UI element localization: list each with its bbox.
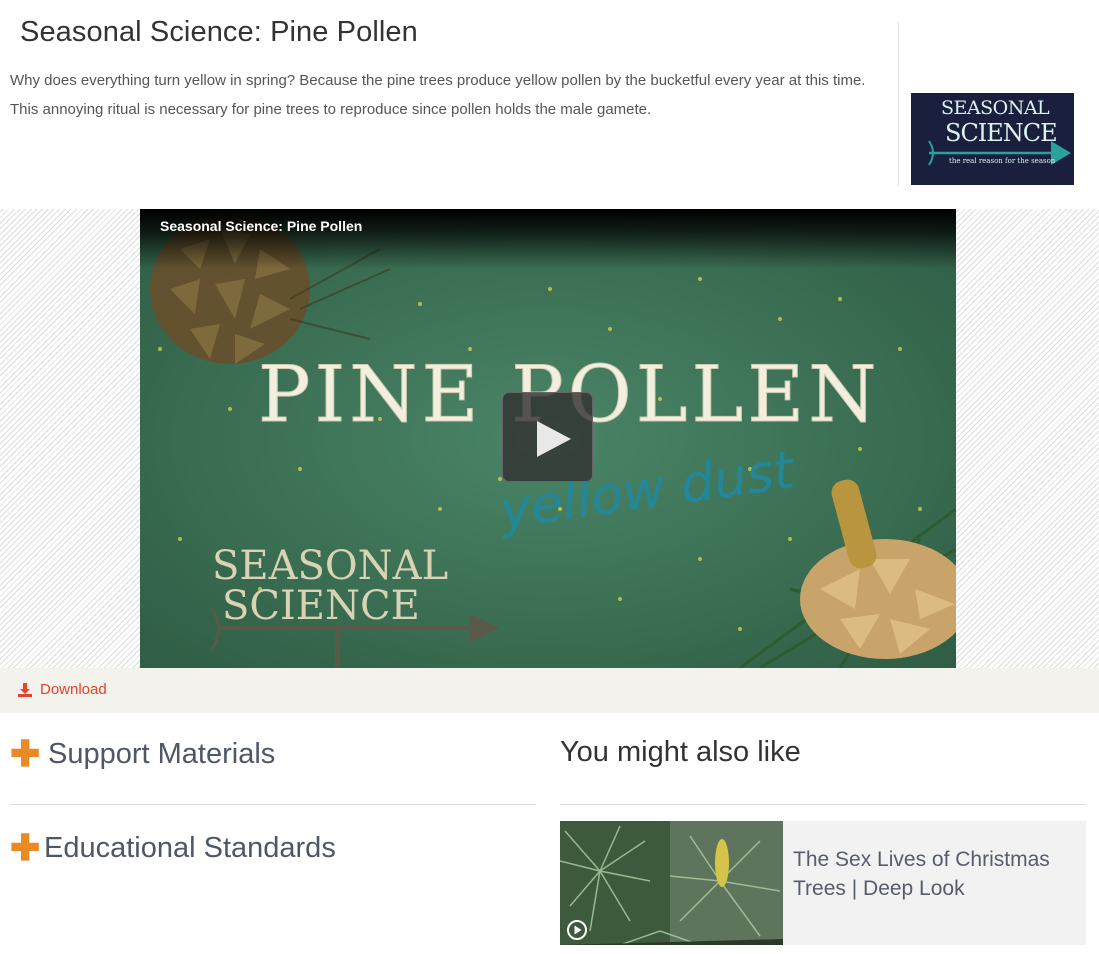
play-button[interactable] bbox=[502, 392, 593, 482]
support-materials-toggle[interactable]: ✚ Support Materials bbox=[10, 736, 275, 772]
educational-standards-toggle[interactable]: ✚ Educational Standards bbox=[10, 830, 336, 866]
thumbnail-tagline: the real reason for the season bbox=[949, 157, 1056, 165]
divider bbox=[10, 804, 536, 805]
video-play-icon bbox=[567, 920, 587, 940]
vertical-divider bbox=[898, 22, 899, 186]
download-icon bbox=[18, 682, 32, 697]
header: Seasonal Science: Pine Pollen Why does e… bbox=[0, 0, 1099, 200]
video-player[interactable]: PINE POLLEN yellow dust SEASONAL SCIENCE bbox=[140, 209, 956, 668]
download-label: Download bbox=[40, 681, 107, 698]
plus-icon: ✚ bbox=[10, 827, 41, 868]
series-thumbnail[interactable]: SEASONAL SCIENCE the real reason for the… bbox=[911, 93, 1074, 185]
page-description: Why does everything turn yellow in sprin… bbox=[10, 72, 866, 118]
related-video-title: The Sex Lives of Christmas Trees | Deep … bbox=[793, 848, 1050, 900]
support-materials-label: Support Materials bbox=[48, 737, 276, 770]
related-heading: You might also like bbox=[560, 736, 801, 768]
video-area: PINE POLLEN yellow dust SEASONAL SCIENCE bbox=[0, 209, 1099, 668]
related-video-card[interactable]: The Sex Lives of Christmas Trees | Deep … bbox=[560, 821, 1086, 945]
thumbnail-line-1: SEASONAL bbox=[941, 97, 1050, 119]
educational-standards-label: Educational Standards bbox=[44, 831, 336, 864]
play-icon bbox=[537, 421, 571, 457]
download-link[interactable]: Download bbox=[18, 681, 107, 698]
thumbnail-line-2: SCIENCE bbox=[945, 119, 1058, 147]
download-bar: Download bbox=[0, 668, 1099, 713]
page-title: Seasonal Science: Pine Pollen bbox=[20, 16, 418, 48]
poster-brand-2: SCIENCE bbox=[222, 583, 420, 629]
player-title: Seasonal Science: Pine Pollen bbox=[160, 218, 363, 234]
related-video-thumbnail bbox=[560, 821, 783, 945]
plus-icon: ✚ bbox=[10, 733, 41, 774]
player-topbar: Seasonal Science: Pine Pollen bbox=[140, 209, 956, 269]
divider bbox=[560, 804, 1086, 805]
